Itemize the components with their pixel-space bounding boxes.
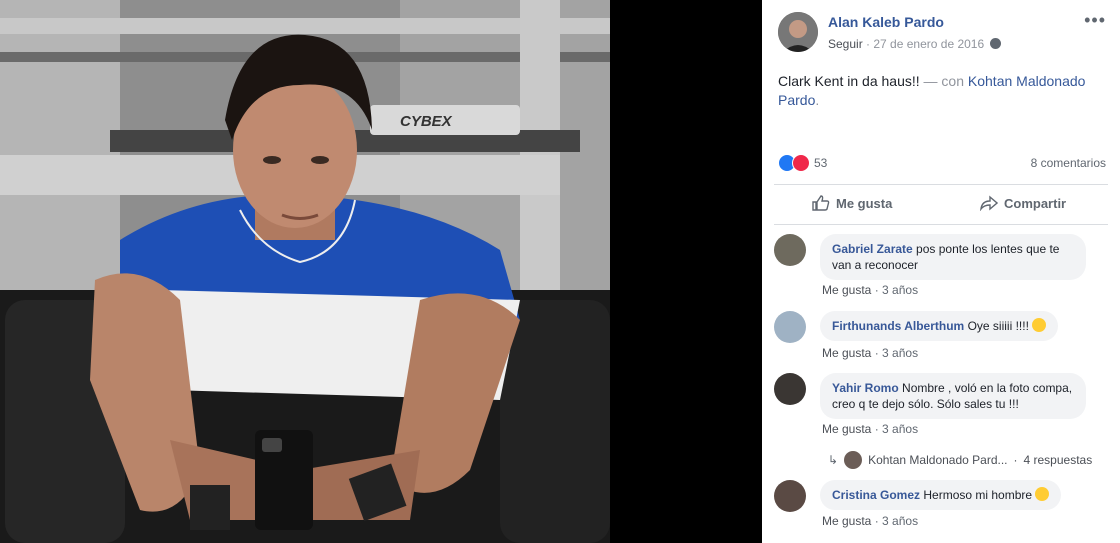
comment-bubble: Gabriel Zarate pos ponte los lentes que … xyxy=(820,234,1086,280)
thumbs-up-icon xyxy=(812,195,830,211)
author-name[interactable]: Alan Kaleb Pardo xyxy=(828,14,944,30)
smile-emoji-icon xyxy=(1035,487,1050,501)
share-arrow-icon xyxy=(980,195,998,211)
meta-separator: · xyxy=(866,37,871,51)
commenter-name[interactable]: Cristina Gomez xyxy=(832,488,920,502)
comment-meta: Me gusta · 3 años xyxy=(822,422,918,436)
photo-illustration: CYBEX xyxy=(0,0,610,543)
comment-time[interactable]: 3 años xyxy=(882,514,918,528)
more-options-icon[interactable]: ••• xyxy=(1084,10,1106,31)
comment-like-link[interactable]: Me gusta xyxy=(822,346,871,360)
caption-end: . xyxy=(815,92,820,108)
comments-count-link[interactable]: 8 comentarios xyxy=(1031,156,1106,170)
with-label: — con xyxy=(923,73,964,89)
post-photo[interactable]: CYBEX xyxy=(0,0,610,543)
comment-meta: Me gusta · 3 años xyxy=(822,514,918,528)
reply-sep: · xyxy=(1013,453,1018,467)
comment-like-link[interactable]: Me gusta xyxy=(822,514,871,528)
post-meta: Seguir · 27 de enero de 2016 xyxy=(828,37,1002,51)
love-reaction-icon xyxy=(792,154,810,172)
comment-like-link[interactable]: Me gusta xyxy=(822,422,871,436)
caption-text: Clark Kent in da haus!! xyxy=(778,73,920,89)
post-panel: Alan Kaleb Pardo Seguir · 27 de enero de… xyxy=(762,0,1120,543)
comment-like-link[interactable]: Me gusta xyxy=(822,283,871,297)
comment-meta-sep: · xyxy=(874,283,879,297)
share-button-label: Compartir xyxy=(1004,195,1067,211)
share-button[interactable]: Compartir xyxy=(980,195,1066,211)
comment-meta-sep: · xyxy=(874,514,879,528)
comment-bubble: Firthunands Alberthum Oye siiiii !!!! xyxy=(820,311,1059,341)
wink-emoji-icon xyxy=(1032,318,1047,332)
author-avatar[interactable] xyxy=(778,12,818,52)
post-caption: Clark Kent in da haus!! — con Kohtan Mal… xyxy=(778,72,1108,110)
view-replies-link[interactable]: ↳ Kohtan Maldonado Pard... · 4 respuesta… xyxy=(828,451,1092,469)
reply-avatar xyxy=(844,451,863,469)
commenter-avatar[interactable] xyxy=(774,480,806,512)
divider xyxy=(774,184,1108,185)
comment-time[interactable]: 3 años xyxy=(882,422,918,436)
reply-count: 4 respuestas xyxy=(1023,453,1093,467)
comment-meta-sep: · xyxy=(874,346,879,360)
commenter-name[interactable]: Gabriel Zarate xyxy=(832,242,913,256)
like-button-label: Me gusta xyxy=(836,195,893,211)
comment-meta: Me gusta · 3 años xyxy=(822,346,918,360)
author-avatar-image xyxy=(778,12,818,52)
commenter-name[interactable]: Yahir Romo xyxy=(832,381,899,395)
comment-time[interactable]: 3 años xyxy=(882,346,918,360)
commenter-avatar[interactable] xyxy=(774,311,806,343)
photo-brand-text: CYBEX xyxy=(400,113,453,130)
comment-time[interactable]: 3 años xyxy=(882,283,918,297)
reply-arrow-icon: ↳ xyxy=(828,453,839,467)
commenter-avatar[interactable] xyxy=(774,373,806,405)
follow-link[interactable]: Seguir xyxy=(828,37,863,51)
comment-meta: Me gusta · 3 años xyxy=(822,283,918,297)
reply-author: Kohtan Maldonado Pard... xyxy=(868,453,1008,467)
comment-text: Oye siiiii !!!! xyxy=(967,319,1029,333)
photo-viewer: CYBEX xyxy=(0,0,762,543)
comment-text: Hermoso mi hombre xyxy=(923,488,1033,502)
like-button[interactable]: Me gusta xyxy=(812,195,892,211)
comment-meta-sep: · xyxy=(874,422,879,436)
public-globe-icon xyxy=(990,38,1002,49)
reaction-count: 53 xyxy=(814,156,828,170)
comment-bubble: Cristina Gomez Hermoso mi hombre xyxy=(820,480,1062,510)
commenter-name[interactable]: Firthunands Alberthum xyxy=(832,319,964,333)
reactions-summary[interactable]: 53 xyxy=(778,154,827,172)
post-date[interactable]: 27 de enero de 2016 xyxy=(873,37,984,51)
commenter-avatar[interactable] xyxy=(774,234,806,266)
comment-bubble: Yahir Romo Nombre , voló en la foto comp… xyxy=(820,373,1086,419)
divider xyxy=(774,224,1108,225)
